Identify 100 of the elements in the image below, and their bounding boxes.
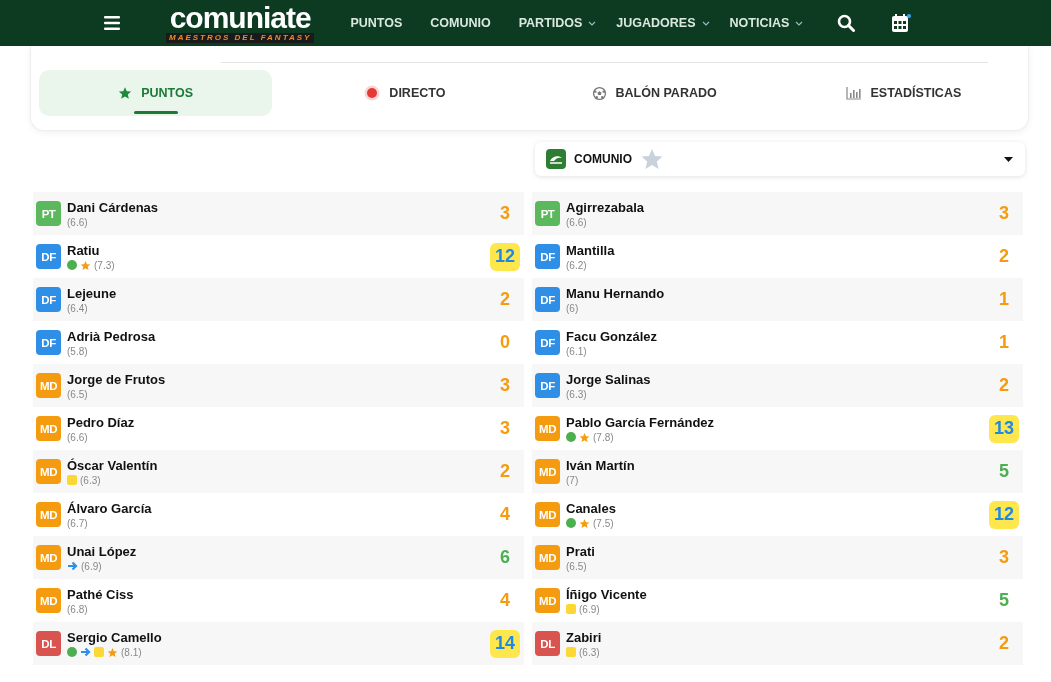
points: 14 bbox=[490, 629, 520, 658]
player-row[interactable]: DF Jorge Salinas (6.3) 2 bbox=[532, 364, 1023, 407]
points: 3 bbox=[998, 202, 1010, 225]
calendar-icon[interactable] bbox=[891, 13, 912, 33]
player-name: Adrià Pedrosa bbox=[67, 328, 157, 344]
rating: (6.1) bbox=[566, 345, 587, 357]
rating: (6.6) bbox=[566, 216, 587, 228]
rating: (6.5) bbox=[566, 560, 587, 572]
dot-icon bbox=[566, 432, 576, 442]
logo[interactable]: comuniate MAESTROS DEL FANTASY bbox=[166, 3, 315, 43]
player-row[interactable]: MD Pathé Ciss (6.8) 4 bbox=[33, 579, 524, 622]
rating: (7.3) bbox=[94, 259, 115, 271]
player-row[interactable]: DL Sergio Camello (8.1) 14 bbox=[33, 622, 524, 665]
rating: (6.7) bbox=[67, 517, 88, 529]
position-badge: DL bbox=[535, 631, 560, 656]
source-dropdown[interactable]: COMUNIO bbox=[535, 142, 1025, 176]
player-row[interactable]: DF Ratiu (7.3) 12 bbox=[33, 235, 524, 278]
player-name: Unai López bbox=[67, 543, 138, 559]
nav-link[interactable]: NOTICIAS bbox=[729, 16, 790, 30]
player-row[interactable]: MD Pablo García Fernández (7.8) 13 bbox=[532, 407, 1023, 450]
player-row[interactable]: MD Iván Martín (7) 5 bbox=[532, 450, 1023, 493]
rating: (6.5) bbox=[67, 388, 88, 400]
nav-link[interactable]: PUNTOS bbox=[350, 16, 403, 30]
player-row[interactable]: PT Dani Cárdenas (6.6) 3 bbox=[33, 192, 524, 235]
star-icon bbox=[80, 259, 91, 271]
position-badge: MD bbox=[535, 588, 560, 613]
player-row[interactable]: MD Unai López (6.9) 6 bbox=[33, 536, 524, 579]
star-icon bbox=[579, 517, 590, 529]
dot-icon bbox=[566, 518, 576, 528]
player-name: Íñigo Vicente bbox=[566, 586, 648, 602]
search-icon[interactable] bbox=[837, 14, 856, 32]
rating: (6.8) bbox=[67, 603, 88, 615]
menu-icon[interactable] bbox=[104, 16, 120, 30]
player-row[interactable]: MD Canales (7.5) 12 bbox=[532, 493, 1023, 536]
caret-icon[interactable] bbox=[795, 20, 804, 26]
player-name: Zabiri bbox=[566, 629, 603, 645]
position-badge: DF bbox=[535, 330, 560, 355]
points: 12 bbox=[490, 242, 520, 271]
position-badge: MD bbox=[535, 545, 560, 570]
position-badge: MD bbox=[36, 373, 61, 398]
points: 3 bbox=[499, 202, 511, 225]
points: 5 bbox=[998, 589, 1010, 612]
player-row[interactable]: DF Facu González (6.1) 1 bbox=[532, 321, 1023, 364]
player-name: Álvaro García bbox=[67, 500, 153, 516]
player-row[interactable]: MD Óscar Valentín (6.3) 2 bbox=[33, 450, 524, 493]
tab[interactable]: PUNTOS bbox=[39, 70, 273, 116]
star-icon bbox=[118, 86, 133, 100]
position-badge: DL bbox=[36, 631, 61, 656]
player-name: Manu Hernando bbox=[566, 285, 666, 301]
player-row[interactable]: DL Zabiri (6.3) 2 bbox=[532, 622, 1023, 665]
points: 1 bbox=[998, 288, 1010, 311]
nav-link[interactable]: COMUNIO bbox=[430, 16, 491, 30]
points: 1 bbox=[998, 331, 1010, 354]
player-name: Pablo García Fernández bbox=[566, 414, 716, 430]
nav-link[interactable]: PARTIDOS bbox=[518, 16, 583, 30]
position-badge: MD bbox=[535, 459, 560, 484]
position-badge: DF bbox=[535, 244, 560, 269]
tab[interactable]: DIRECTO bbox=[288, 70, 522, 116]
arrow-icon bbox=[67, 561, 78, 571]
player-name: Óscar Valentín bbox=[67, 457, 159, 473]
player-name: Prati bbox=[566, 543, 596, 559]
comunio-logo-icon bbox=[546, 149, 566, 169]
points: 2 bbox=[499, 460, 511, 483]
caret-icon[interactable] bbox=[588, 20, 597, 26]
card-icon bbox=[566, 647, 576, 657]
ball-icon bbox=[591, 85, 607, 101]
player-row[interactable]: MD Prati (6.5) 3 bbox=[532, 536, 1023, 579]
rating: (6.3) bbox=[80, 474, 101, 486]
card-icon bbox=[94, 647, 104, 657]
points: 0 bbox=[499, 331, 511, 354]
rating: (6.3) bbox=[566, 388, 587, 400]
player-name: Lejeune bbox=[67, 285, 118, 301]
player-name: Canales bbox=[566, 500, 617, 516]
nav-link[interactable]: JUGADORES bbox=[616, 16, 696, 30]
player-row[interactable]: DF Mantilla (6.2) 2 bbox=[532, 235, 1023, 278]
tab[interactable]: BALÓN PARADO bbox=[537, 70, 771, 116]
player-row[interactable]: MD Álvaro García (6.7) 4 bbox=[33, 493, 524, 536]
bar-chart-icon bbox=[845, 86, 862, 100]
player-row[interactable]: MD Jorge de Frutos (6.5) 3 bbox=[33, 364, 524, 407]
player-name: Sergio Camello bbox=[67, 629, 163, 645]
player-row[interactable]: MD Íñigo Vicente (6.9) 5 bbox=[532, 579, 1023, 622]
points: 2 bbox=[998, 245, 1010, 268]
player-row[interactable]: PT Agirrezabala (6.6) 3 bbox=[532, 192, 1023, 235]
player-row[interactable]: DF Lejeune (6.4) 2 bbox=[33, 278, 524, 321]
star-icon[interactable] bbox=[640, 147, 664, 171]
card-icon bbox=[67, 475, 77, 485]
rating: (6.6) bbox=[67, 216, 88, 228]
player-name: Pedro Díaz bbox=[67, 414, 136, 430]
player-row[interactable]: DF Adrià Pedrosa (5.8) 0 bbox=[33, 321, 524, 364]
rating: (6) bbox=[566, 302, 579, 314]
player-row[interactable]: MD Pedro Díaz (6.6) 3 bbox=[33, 407, 524, 450]
tab[interactable]: ESTADÍSTICAS bbox=[786, 70, 1020, 116]
caret-icon[interactable] bbox=[701, 20, 710, 26]
rating: (6.4) bbox=[67, 302, 88, 314]
points: 2 bbox=[998, 374, 1010, 397]
points: 13 bbox=[989, 414, 1019, 443]
player-row[interactable]: DF Manu Hernando (6) 1 bbox=[532, 278, 1023, 321]
position-badge: PT bbox=[535, 201, 560, 226]
live-dot-icon bbox=[364, 85, 381, 101]
position-badge: MD bbox=[36, 588, 61, 613]
